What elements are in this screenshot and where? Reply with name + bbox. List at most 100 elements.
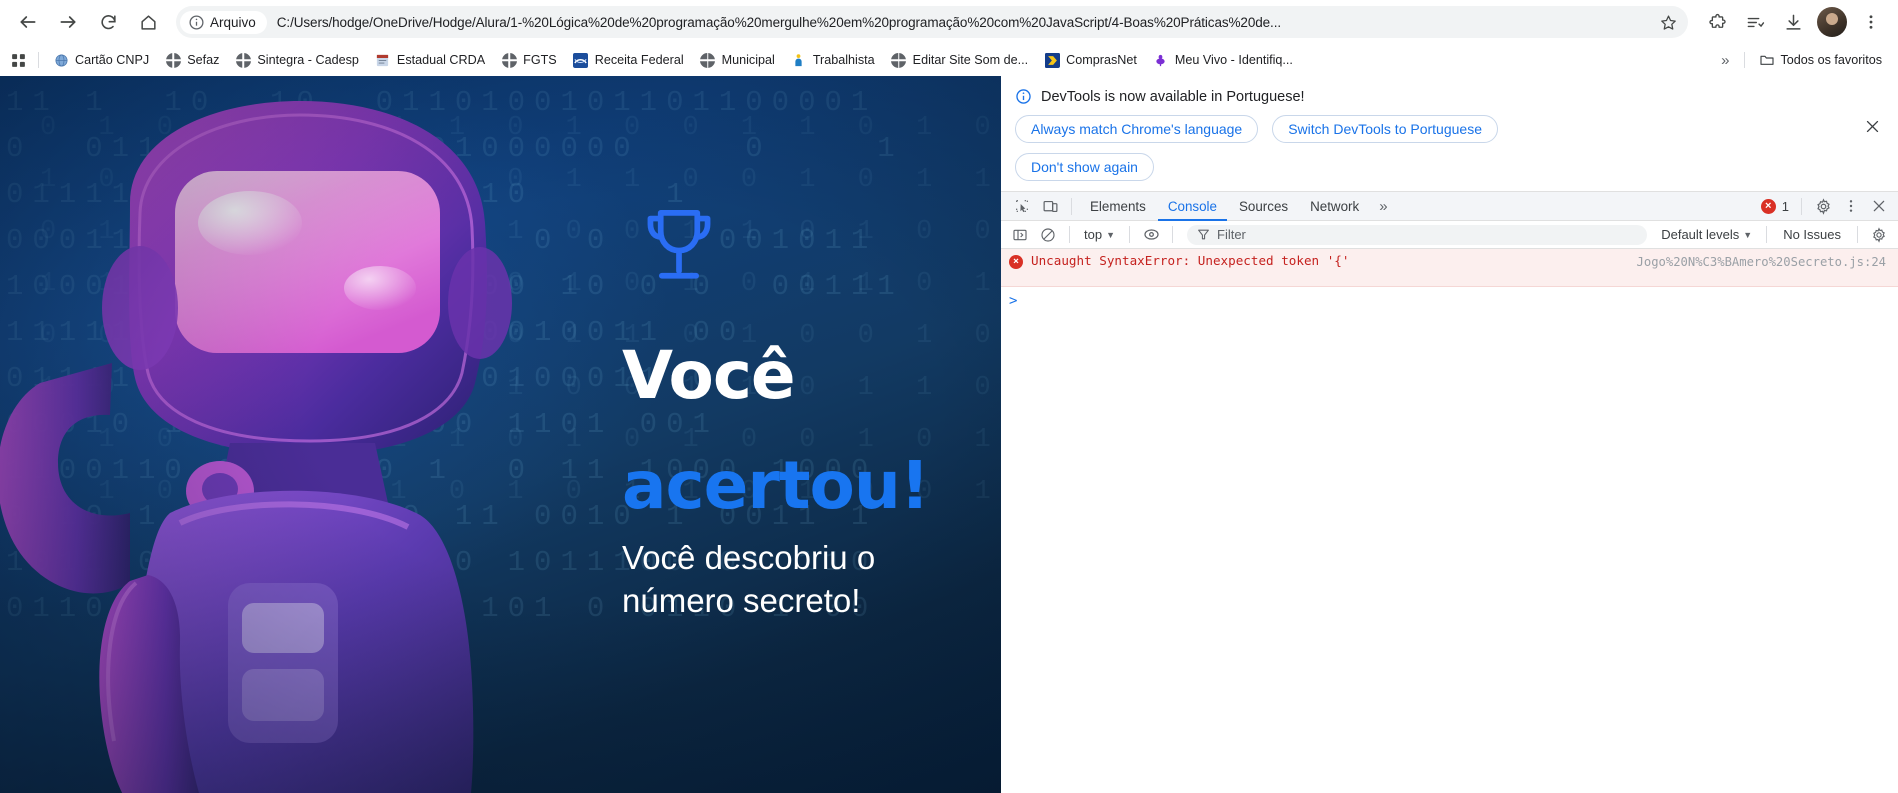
- bookmarks-overflow-button[interactable]: »: [1713, 49, 1737, 72]
- bookmark-comprasnet[interactable]: ComprasNet: [1036, 49, 1145, 71]
- dont-show-again-button[interactable]: Don't show again: [1015, 153, 1154, 181]
- devtools-settings-button[interactable]: [1810, 194, 1836, 218]
- sidebar-toggle-icon: [1013, 229, 1027, 240]
- bookmark-trabalhista[interactable]: Trabalhista: [783, 49, 883, 71]
- execution-context-select[interactable]: top ▼: [1078, 227, 1121, 242]
- live-expression-icon: [1143, 229, 1159, 240]
- bookmark-municipal[interactable]: Municipal: [692, 49, 783, 71]
- star-icon: [1660, 14, 1676, 30]
- comprasnet-icon: [1044, 52, 1060, 68]
- download-icon: [1785, 14, 1801, 30]
- page-subtext-line1: Você descobriu o: [622, 539, 876, 576]
- bookmarks-divider-right: [1743, 52, 1745, 68]
- close-icon: [1873, 200, 1885, 212]
- bookmark-label: Sintegra - Cadesp: [257, 53, 359, 67]
- downloads-button[interactable]: [1776, 5, 1810, 39]
- folder-icon: [1759, 52, 1775, 68]
- devtools-close-button[interactable]: [1866, 194, 1892, 218]
- tab-network[interactable]: Network: [1300, 192, 1369, 221]
- error-icon: ×: [1009, 255, 1023, 269]
- error-count-label: 1: [1781, 198, 1789, 214]
- file-scheme-chip[interactable]: Arquivo: [180, 10, 267, 34]
- home-button[interactable]: [130, 4, 166, 40]
- gear-icon: [1873, 226, 1885, 243]
- bookmark-meu-vivo[interactable]: Meu Vivo - Identifiq...: [1145, 49, 1301, 71]
- tab-elements[interactable]: Elements: [1080, 192, 1156, 221]
- bookmark-receita-federal[interactable]: Receita Federal: [565, 49, 692, 71]
- bookmark-label: Editar Site Som de...: [912, 53, 1029, 67]
- bookmark-estadual-crda[interactable]: Estadual CRDA: [367, 49, 493, 71]
- forward-arrow-icon: [60, 16, 76, 28]
- clear-console-button[interactable]: [1035, 223, 1061, 247]
- bookmarks-bar: Cartão CNPJ Sefaz Sintegra - Cadesp Esta…: [0, 44, 1898, 76]
- forward-button[interactable]: [50, 4, 86, 40]
- console-message-text: Uncaught SyntaxError: Unexpected token '…: [1031, 253, 1350, 268]
- console-message-source[interactable]: Jogo%20N%C3%BAmero%20Secreto.js:24: [1625, 252, 1890, 269]
- issues-status[interactable]: No Issues: [1775, 227, 1849, 242]
- tabbar-divider-2: [1801, 197, 1802, 215]
- inspect-element-button[interactable]: [1009, 194, 1035, 218]
- address-bar[interactable]: Arquivo C:/Users/hodge/OneDrive/Hodge/Al…: [176, 6, 1688, 38]
- chrome-menu-button[interactable]: [1854, 5, 1888, 39]
- console-sidebar-toggle[interactable]: [1007, 223, 1033, 247]
- device-toolbar-button[interactable]: [1037, 194, 1063, 218]
- bookmark-fgts[interactable]: FGTS: [493, 49, 565, 71]
- home-icon: [140, 14, 156, 30]
- tab-sources[interactable]: Sources: [1229, 192, 1298, 221]
- banner-close-button[interactable]: [1860, 114, 1884, 138]
- page-content: Você acertou! Você descobriu o número se…: [622, 206, 982, 622]
- switch-devtools-language-button[interactable]: Switch DevTools to Portuguese: [1272, 115, 1498, 143]
- tabbar-divider: [1071, 197, 1072, 215]
- globe-icon: [501, 52, 517, 68]
- console-output[interactable]: × Uncaught SyntaxError: Unexpected token…: [1001, 249, 1898, 793]
- receita-icon: [573, 52, 589, 68]
- console-settings-button[interactable]: [1866, 223, 1892, 247]
- globe-icon: [891, 52, 907, 68]
- bookmark-editar-site-som-de[interactable]: Editar Site Som de...: [883, 49, 1037, 71]
- banner-buttons: Always match Chrome's language Switch De…: [1015, 115, 1884, 143]
- console-prompt[interactable]: >: [1001, 287, 1898, 315]
- devtools-menu-button[interactable]: [1838, 194, 1864, 218]
- bookmark-label: Estadual CRDA: [396, 53, 486, 67]
- chevron-down-icon: ▼: [1743, 229, 1753, 240]
- gear-icon: [1816, 197, 1830, 215]
- more-tabs-button[interactable]: »: [1371, 198, 1395, 215]
- inspect-element-icon: [1016, 200, 1028, 213]
- reading-list-button[interactable]: [1738, 5, 1772, 39]
- reload-button[interactable]: [90, 4, 126, 40]
- page-title-line2: acertou!: [622, 447, 930, 524]
- toolbar-divider-3: [1172, 226, 1173, 243]
- apps-shortcut-button[interactable]: [4, 46, 32, 74]
- console-filter-input[interactable]: Filter: [1187, 224, 1648, 245]
- kebab-menu-icon: [1869, 15, 1873, 29]
- back-button[interactable]: [10, 4, 46, 40]
- filter-icon: [1198, 229, 1209, 240]
- bookmark-cartao-cnpj[interactable]: Cartão CNPJ: [45, 49, 157, 71]
- toolbar-divider-5: [1857, 226, 1858, 243]
- clear-console-icon: [1041, 227, 1055, 242]
- profile-avatar[interactable]: [1817, 7, 1847, 37]
- all-bookmarks-button[interactable]: Todos os favoritos: [1751, 49, 1891, 71]
- url-text[interactable]: C:/Users/hodge/OneDrive/Hodge/Alura/1-%2…: [277, 15, 1654, 30]
- error-count-badge[interactable]: × 1: [1760, 198, 1793, 214]
- toolbar-divider-2: [1129, 226, 1130, 243]
- tab-console[interactable]: Console: [1158, 192, 1227, 221]
- extensions-button[interactable]: [1700, 5, 1734, 39]
- bookmark-label: FGTS: [523, 53, 557, 67]
- all-bookmarks-label: Todos os favoritos: [1780, 53, 1883, 67]
- console-message-error[interactable]: × Uncaught SyntaxError: Unexpected token…: [1001, 249, 1898, 287]
- bookmark-label: ComprasNet: [1066, 53, 1137, 67]
- error-badge-icon: ×: [1760, 198, 1776, 214]
- page-title-line1: Você: [622, 337, 796, 414]
- bookmark-star-button[interactable]: [1654, 8, 1682, 36]
- console-levels-select[interactable]: Default levels ▼: [1655, 227, 1758, 242]
- live-expression-button[interactable]: [1138, 223, 1164, 247]
- always-match-language-button[interactable]: Always match Chrome's language: [1015, 115, 1259, 143]
- bookmark-sefaz[interactable]: Sefaz: [157, 49, 227, 71]
- prompt-caret-icon: >: [1009, 293, 1018, 309]
- bookmark-label: Municipal: [721, 53, 775, 67]
- bookmark-sintegra-cadesp[interactable]: Sintegra - Cadesp: [227, 49, 367, 71]
- document-icon: [375, 52, 391, 68]
- person-icon: [791, 52, 807, 68]
- execution-context-label: top: [1084, 227, 1103, 242]
